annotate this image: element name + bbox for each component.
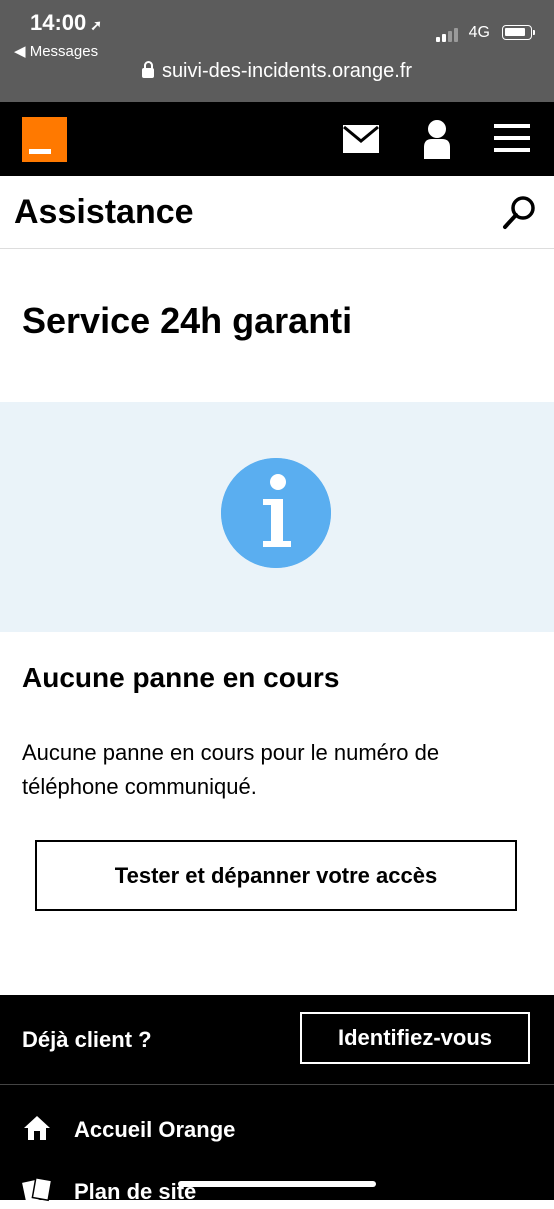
back-to-app-link[interactable]: ◀ Messages [14,42,98,60]
mail-icon[interactable] [342,124,380,154]
url-text: suivi-des-incidents.orange.fr [161,60,413,82]
clock: 14:00 ➚ [30,10,102,36]
user-icon[interactable] [422,119,452,159]
clock-text: 14:00 [30,10,87,35]
assistance-header: Assistance [0,176,554,249]
network-type: 4G [468,24,490,41]
signal-icon [436,28,458,42]
orange-top-bar [0,102,554,176]
location-arrow-icon: ➚ [90,17,103,33]
back-triangle-icon: ◀ [14,43,26,60]
ios-status-bar: 14:00 ➚ ◀ Messages 4G suivi-des-incidents… [0,0,554,102]
url-bar[interactable]: suivi-des-incidents.orange.fr [0,60,554,83]
battery-icon [502,25,535,40]
status-heading: Aucune panne en cours [22,662,340,693]
section-title: Assistance [14,193,194,231]
page-title: Service 24h garanti [22,300,353,341]
search-icon[interactable] [502,194,538,230]
sitemap-icon [22,1176,52,1203]
footer: Déjà client ? Identifiez-vous Accueil Or… [0,995,554,1204]
lock-icon [141,61,154,78]
login-button[interactable]: Identifiez-vous [300,1012,530,1064]
client-label: Déjà client ? [22,1027,152,1052]
footer-link-label: Accueil Orange [74,1117,236,1142]
home-icon [24,1116,50,1140]
info-banner [0,402,554,632]
back-label: Messages [29,43,99,60]
footer-divider [0,1084,554,1085]
status-description: Aucune panne en cours pour le numéro de … [22,740,440,799]
footer-link-accueil[interactable]: Accueil Orange [22,1113,422,1147]
test-access-button[interactable]: Tester et dépanner votre accès [35,840,517,911]
orange-logo[interactable] [22,117,67,162]
info-icon [221,458,331,568]
home-indicator[interactable] [178,1181,376,1187]
menu-icon[interactable] [494,122,530,154]
